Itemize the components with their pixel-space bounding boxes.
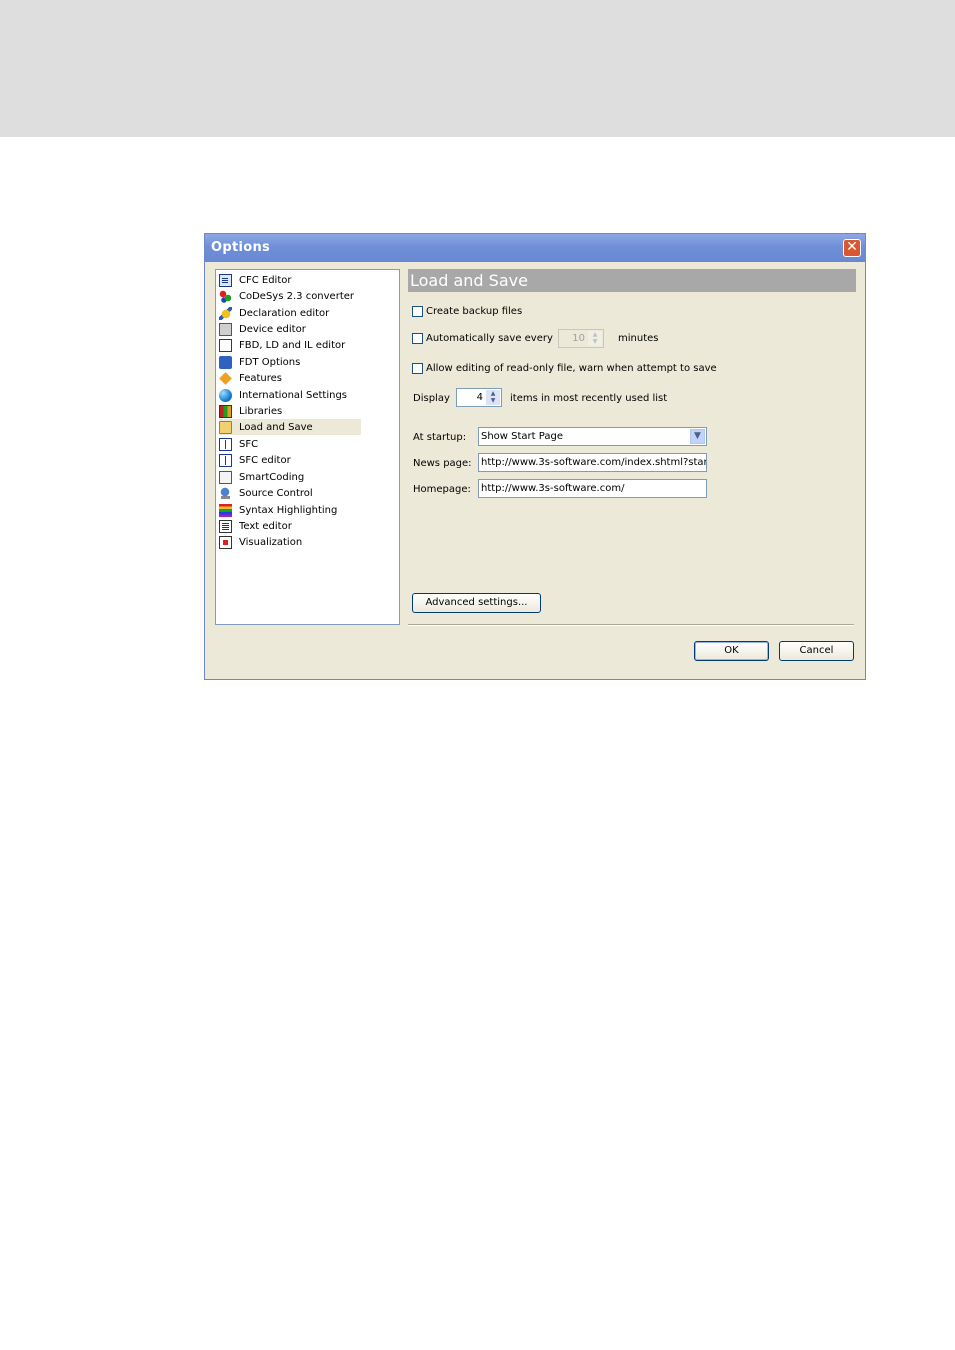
tree-item-label: SFC <box>239 438 259 450</box>
options-category-tree[interactable]: CFC Editor CoDeSys 2.3 converter Declara… <box>215 269 400 625</box>
create-backup-label: Create backup files <box>426 306 523 317</box>
sfc-icon <box>219 437 232 451</box>
tree-item-label: SmartCoding <box>239 471 305 483</box>
tree-item-label: Load and Save <box>239 421 313 433</box>
fbd-icon <box>219 338 232 352</box>
options-dialog: Options ✕ CFC Editor CoDeSys 2.3 convert… <box>204 233 866 680</box>
startup-label: At startup: <box>413 432 467 443</box>
spin-down-icon: ▼ <box>588 338 602 346</box>
globe-icon <box>219 388 232 402</box>
books-icon <box>219 404 232 418</box>
homepage-value: http://www.3s-software.com/ <box>481 483 625 494</box>
tree-item-source-control[interactable]: Source Control <box>219 485 313 501</box>
tree-item-label: FBD, LD and IL editor <box>239 339 346 351</box>
text-editor-icon <box>219 519 232 533</box>
spin-down-icon[interactable]: ▼ <box>486 397 500 405</box>
smartcoding-icon <box>219 470 232 484</box>
tree-item-features[interactable]: Features <box>219 370 282 386</box>
cancel-button[interactable]: Cancel <box>779 641 854 661</box>
news-page-value: http://www.3s-software.com/index.shtml?s… <box>481 457 707 468</box>
features-icon <box>219 371 232 385</box>
autosave-minutes-value: 10 <box>572 333 585 344</box>
panel-header: Load and Save <box>408 269 856 292</box>
tree-item-label: Declaration editor <box>239 307 330 319</box>
cfc-doc-icon <box>219 273 232 287</box>
display-label: Display <box>413 393 450 404</box>
recent-items-spinner[interactable]: 4 ▲ ▼ <box>456 388 502 407</box>
footer-divider <box>408 624 854 626</box>
panel-title: Load and Save <box>410 271 528 290</box>
tree-item-label: Syntax Highlighting <box>239 504 338 516</box>
tree-item-text-editor[interactable]: Text editor <box>219 518 292 534</box>
ok-button[interactable]: OK <box>694 641 769 661</box>
create-backup-checkbox[interactable] <box>412 306 423 317</box>
advanced-settings-button[interactable]: Advanced settings... <box>412 593 541 613</box>
homepage-input[interactable]: http://www.3s-software.com/ <box>478 479 707 498</box>
tree-item-label: Source Control <box>239 487 313 499</box>
autosave-minutes-spinner: 10 ▲ ▼ <box>558 329 604 348</box>
tree-item-load-and-save[interactable]: Load and Save <box>219 419 361 435</box>
tree-item-fbd-ld-il-editor[interactable]: FBD, LD and IL editor <box>219 337 345 353</box>
dialog-titlebar[interactable]: Options ✕ <box>205 234 865 262</box>
autosave-label: Automatically save every <box>426 333 553 344</box>
tree-item-label: SFC editor <box>239 454 291 466</box>
tree-item-label: International Settings <box>239 389 348 401</box>
tree-item-label: CoDeSys 2.3 converter <box>239 290 355 302</box>
tree-item-label: Visualization <box>239 536 303 548</box>
tree-item-international-settings[interactable]: International Settings <box>219 387 347 403</box>
homepage-label: Homepage: <box>413 484 471 495</box>
startup-select-value: Show Start Page <box>481 431 563 442</box>
declaration-icon <box>219 306 232 320</box>
tree-item-syntax-highlighting[interactable]: Syntax Highlighting <box>219 502 337 518</box>
chevron-down-icon[interactable]: ▼ <box>690 429 705 444</box>
tree-item-visualization[interactable]: Visualization <box>219 534 302 550</box>
folder-open-icon <box>219 420 232 434</box>
tree-item-fdt-options[interactable]: FDT Options <box>219 354 300 370</box>
recent-items-value: 4 <box>476 392 483 403</box>
tree-item-label: Features <box>239 372 282 384</box>
tree-item-libraries[interactable]: Libraries <box>219 403 282 419</box>
autosave-checkbox[interactable] <box>412 333 423 344</box>
syntax-highlight-icon <box>219 503 232 517</box>
fdt-icon <box>219 355 232 369</box>
visualization-icon <box>219 535 232 549</box>
tree-item-declaration-editor[interactable]: Declaration editor <box>219 305 329 321</box>
source-control-icon <box>219 486 232 500</box>
tree-item-cfc-editor[interactable]: CFC Editor <box>219 272 292 288</box>
tree-item-sfc-editor[interactable]: SFC editor <box>219 452 291 468</box>
news-page-input[interactable]: http://www.3s-software.com/index.shtml?s… <box>478 453 707 472</box>
tree-item-codesys-converter[interactable]: CoDeSys 2.3 converter <box>219 288 354 304</box>
close-icon[interactable]: ✕ <box>843 239 861 257</box>
tree-item-sfc[interactable]: SFC <box>219 436 258 452</box>
converter-icon <box>219 289 232 303</box>
page-header-band <box>0 0 955 137</box>
tree-item-smartcoding[interactable]: SmartCoding <box>219 469 304 485</box>
tree-item-label: Text editor <box>239 520 292 532</box>
startup-select[interactable]: Show Start Page ▼ <box>478 427 707 446</box>
sfc-editor-icon <box>219 453 232 467</box>
tree-item-label: FDT Options <box>239 356 301 368</box>
tree-item-device-editor[interactable]: Device editor <box>219 321 306 337</box>
tree-item-label: Libraries <box>239 405 283 417</box>
tree-item-label: Device editor <box>239 323 306 335</box>
display-suffix-label: items in most recently used list <box>510 393 668 404</box>
dialog-title: Options <box>211 240 271 255</box>
tree-item-label: CFC Editor <box>239 274 292 286</box>
allow-readonly-label: Allow editing of read-only file, warn wh… <box>426 363 717 374</box>
news-page-label: News page: <box>413 458 472 469</box>
allow-readonly-checkbox[interactable] <box>412 363 423 374</box>
autosave-unit-label: minutes <box>618 333 659 344</box>
device-icon <box>219 322 232 336</box>
